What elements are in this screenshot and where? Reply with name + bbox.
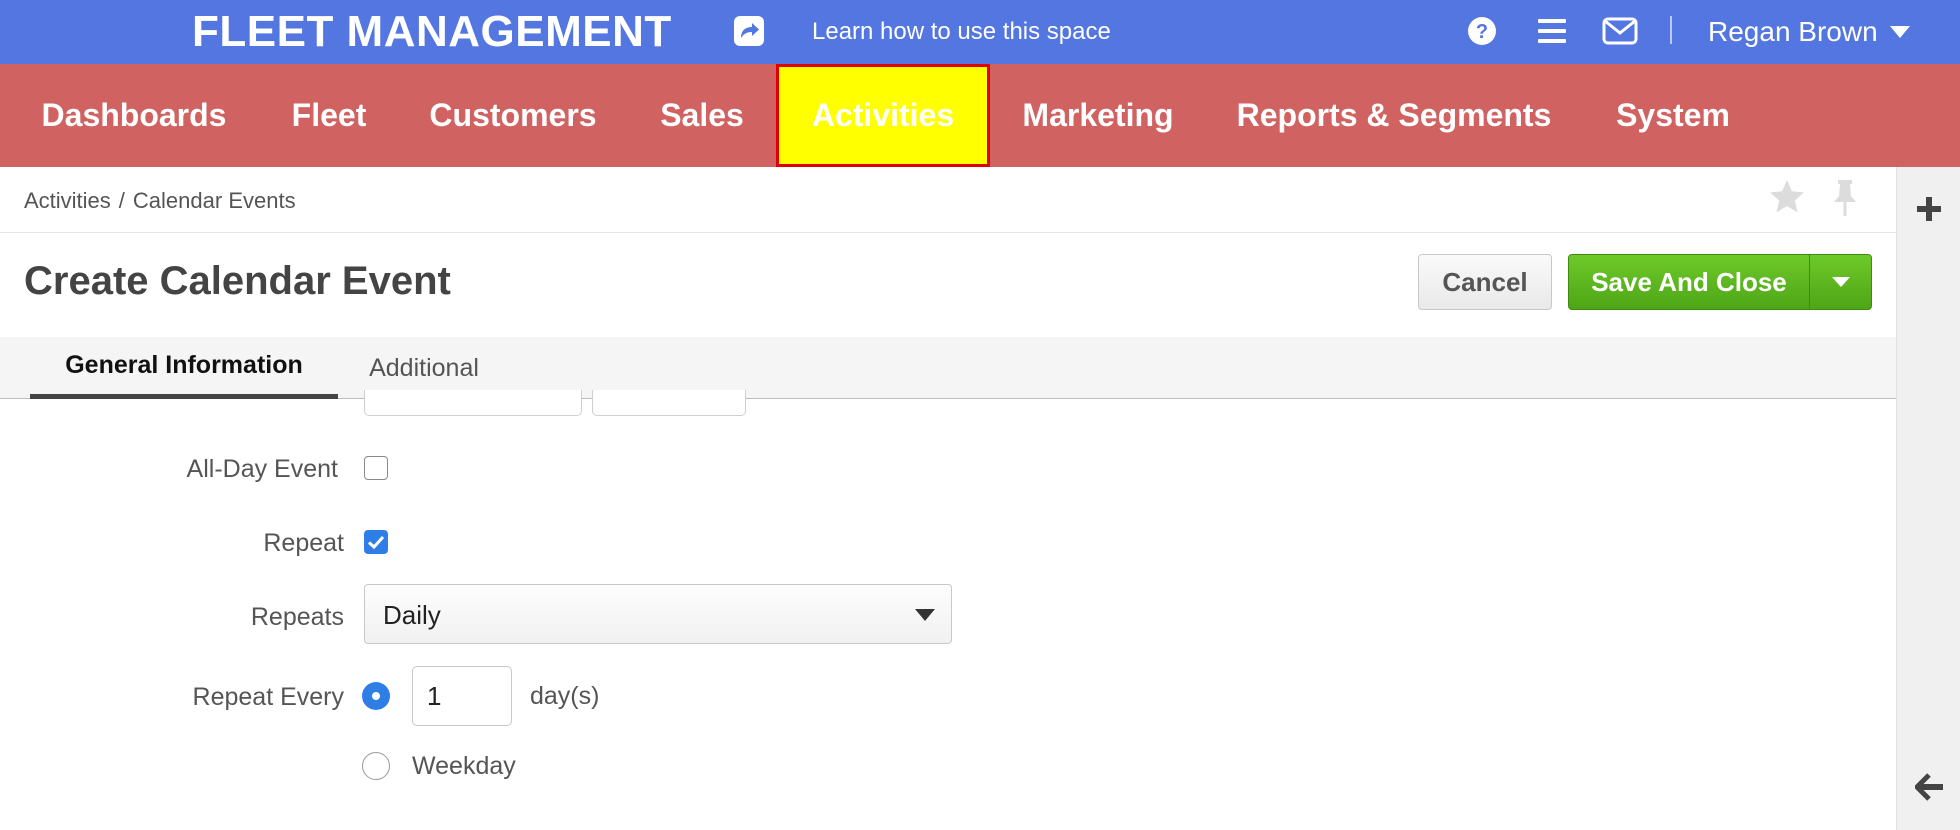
start-time-input[interactable]: [592, 390, 746, 416]
header-divider: [0, 232, 1896, 233]
weekday-label: Weekday: [412, 752, 516, 780]
weekday-radio[interactable]: [362, 752, 390, 780]
repeat-every-label: Repeat Every: [192, 683, 344, 711]
breadcrumb-item-activities[interactable]: Activities: [24, 188, 111, 213]
nav-item-activities[interactable]: Activities: [776, 64, 990, 167]
repeat-label: Repeat: [263, 529, 344, 557]
page-title: Create Calendar Event: [24, 259, 451, 303]
nav-item-fleet[interactable]: Fleet: [268, 64, 390, 167]
main-navigation: Dashboards Fleet Customers Sales Activit…: [0, 64, 1960, 167]
repeat-every-input[interactable]: [412, 666, 512, 726]
learn-link[interactable]: Learn how to use this space: [812, 18, 1111, 46]
breadcrumb-item-calendar-events: Calendar Events: [132, 188, 296, 213]
nav-item-dashboards[interactable]: Dashboards: [16, 64, 252, 167]
nav-item-marketing[interactable]: Marketing: [1004, 64, 1192, 167]
nav-item-sales[interactable]: Sales: [640, 64, 764, 167]
tab-general-information[interactable]: General Information: [30, 337, 338, 399]
repeats-select[interactable]: Daily: [364, 584, 952, 644]
repeats-select-value: Daily: [383, 600, 441, 630]
plus-icon[interactable]: [1915, 195, 1943, 223]
all-day-event-checkbox[interactable]: [364, 456, 388, 480]
nav-item-system[interactable]: System: [1600, 64, 1746, 167]
save-options-dropdown[interactable]: [1809, 254, 1872, 310]
start-date-input[interactable]: [364, 390, 582, 416]
menu-icon[interactable]: [1536, 16, 1568, 46]
arrow-left-icon[interactable]: [1915, 773, 1945, 801]
caret-down-icon: [1831, 277, 1850, 287]
chevron-down-icon: [915, 609, 935, 621]
cancel-button[interactable]: Cancel: [1418, 254, 1552, 310]
help-icon[interactable]: ?: [1466, 15, 1498, 47]
breadcrumb-separator: /: [118, 188, 125, 213]
user-menu[interactable]: Regan Brown: [1708, 16, 1878, 48]
topbar-divider: [1670, 16, 1672, 44]
right-sidebar: [1896, 167, 1960, 830]
repeats-label: Repeats: [250, 603, 344, 631]
breadcrumb: Activities / Calendar Events: [24, 188, 296, 214]
all-day-event-label: All-Day Event: [186, 455, 338, 483]
nav-item-customers[interactable]: Customers: [408, 64, 618, 167]
repeat-every-radio[interactable]: [362, 682, 390, 710]
nav-item-reports-segments[interactable]: Reports & Segments: [1218, 64, 1570, 167]
checkmark-icon: [367, 535, 384, 549]
share-icon[interactable]: [732, 14, 766, 48]
mail-icon[interactable]: [1602, 16, 1638, 46]
svg-text:?: ?: [1476, 21, 1488, 43]
repeat-checkbox[interactable]: [364, 530, 388, 554]
save-and-close-button[interactable]: Save And Close: [1568, 254, 1810, 310]
repeat-every-unit: day(s): [530, 682, 600, 710]
caret-down-icon[interactable]: [1890, 26, 1910, 38]
tab-bar: General Information Additional: [0, 337, 1896, 399]
top-bar: FLEET MANAGEMENT Learn how to use this s…: [0, 0, 1960, 64]
star-icon[interactable]: [1768, 178, 1806, 216]
pin-icon[interactable]: [1830, 178, 1860, 218]
app-brand[interactable]: FLEET MANAGEMENT: [192, 8, 672, 56]
